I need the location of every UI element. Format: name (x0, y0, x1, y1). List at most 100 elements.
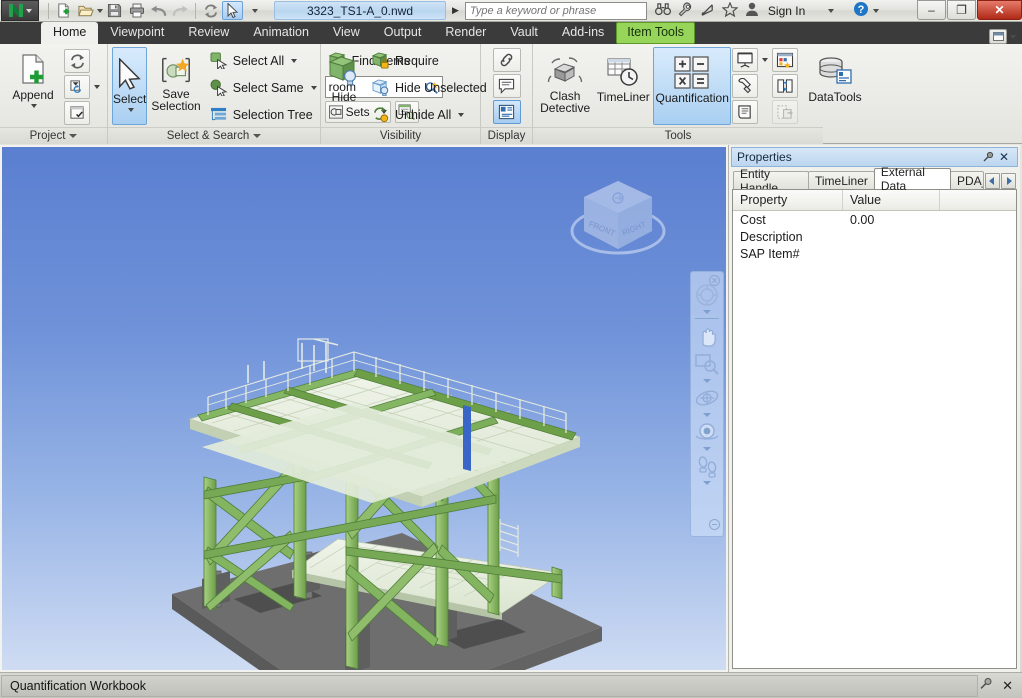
select-tool-button[interactable] (222, 1, 243, 20)
redo-button[interactable] (170, 1, 191, 20)
undo-button[interactable] (148, 1, 169, 20)
minimize-button[interactable]: – (917, 0, 946, 20)
links-button[interactable] (492, 48, 521, 72)
tab-timeliner[interactable]: TimeLiner (807, 171, 875, 189)
scripter-button[interactable] (732, 74, 758, 98)
help-caret-icon[interactable] (873, 8, 880, 13)
batch-utility-button[interactable] (772, 74, 798, 98)
caret-down-icon[interactable] (291, 58, 298, 63)
panel-title-project[interactable]: Project (0, 127, 107, 144)
new-button[interactable] (53, 1, 74, 20)
panel-title-display[interactable]: Display (481, 127, 532, 144)
selection-tree-button[interactable]: Selection Tree (205, 102, 322, 127)
refresh-button[interactable] (64, 49, 90, 73)
tab-output[interactable]: Output (372, 22, 434, 44)
compare-button[interactable] (772, 100, 798, 124)
quantification-button[interactable]: Quantification (653, 47, 731, 125)
tab-view[interactable]: View (321, 22, 372, 44)
select-same-button[interactable]: Select Same (205, 75, 322, 100)
render-scroll-button[interactable] (732, 100, 758, 124)
appearance-profiler-button[interactable] (772, 48, 798, 72)
save-button[interactable] (104, 1, 125, 20)
print-button[interactable] (126, 1, 147, 20)
append-button[interactable]: Append (4, 47, 62, 125)
refresh-button[interactable] (200, 1, 221, 20)
tab-pda[interactable]: PDA_ (950, 171, 984, 189)
binoculars-icon[interactable] (654, 2, 671, 19)
sign-in-button[interactable]: Sign In (768, 4, 805, 18)
caret-down-icon[interactable] (94, 85, 100, 89)
walk-caret-icon[interactable] (703, 481, 711, 485)
hide-button[interactable]: Hide (325, 47, 363, 125)
table-row[interactable]: Description (733, 228, 1016, 245)
file-options-button[interactable] (64, 101, 90, 125)
scroll-right-icon[interactable] (1001, 173, 1016, 189)
table-row[interactable]: Cost 0.00 (733, 211, 1016, 228)
pin-icon[interactable] (979, 677, 993, 694)
tab-addins[interactable]: Add-ins (550, 22, 616, 44)
open-dropdown[interactable] (97, 8, 103, 13)
title-overflow-arrow[interactable]: ▶ (452, 5, 459, 16)
star-icon[interactable] (721, 0, 739, 20)
column-header-value[interactable]: Value (843, 190, 940, 210)
close-circle-icon[interactable] (709, 275, 720, 289)
caret-down-icon[interactable] (310, 85, 317, 90)
tab-viewpoint[interactable]: Viewpoint (98, 22, 176, 44)
pan-button[interactable] (692, 323, 722, 349)
infocenter-search-box[interactable] (464, 1, 647, 20)
external-data-grid[interactable]: Property Value Cost 0.00 Description SAP… (732, 189, 1017, 669)
orbit-button[interactable] (692, 385, 722, 411)
help-question-icon[interactable]: ? (853, 1, 869, 20)
quick-properties-button[interactable] (492, 74, 521, 98)
tab-item-tools[interactable]: Item Tools (616, 22, 696, 44)
hide-unselected-button[interactable]: Hide Unselected (367, 75, 492, 100)
tab-entity-handle[interactable]: Entity Handle (733, 167, 809, 195)
look-around-button[interactable] (692, 419, 722, 445)
require-button[interactable]: Require (367, 48, 492, 73)
open-button[interactable] (75, 1, 96, 20)
column-header-property[interactable]: Property (733, 190, 843, 210)
steering-wheels-caret-icon[interactable] (703, 310, 711, 314)
walk-button[interactable] (692, 453, 722, 479)
caret-down-icon[interactable] (127, 108, 134, 112)
table-row[interactable]: SAP Item# (733, 245, 1016, 262)
clash-detective-button[interactable]: Clash Detective (537, 47, 593, 125)
save-selection-button[interactable]: Save Selection (150, 47, 201, 125)
tab-review[interactable]: Review (176, 22, 241, 44)
panel-title-visibility[interactable]: Visibility (321, 127, 480, 144)
ribbon-minimize-caret-icon[interactable] (1010, 34, 1016, 39)
wrench-icon[interactable] (678, 1, 693, 20)
qat-dropdown[interactable] (244, 1, 265, 20)
3d-model-viewport[interactable]: FRONT RIGHT (0, 145, 728, 672)
panel-title-tools[interactable]: Tools (533, 127, 823, 144)
scroll-left-icon[interactable] (985, 173, 1000, 189)
select-all-button[interactable]: Select All (205, 48, 322, 73)
caret-down-icon[interactable] (458, 112, 465, 117)
properties-button[interactable] (492, 100, 521, 124)
sign-in-caret-icon[interactable] (828, 8, 835, 13)
unhide-all-button[interactable]: Unhide All (367, 102, 492, 127)
quantification-workbook-bar[interactable]: Quantification Workbook (1, 674, 979, 697)
reset-all-button[interactable] (64, 75, 90, 99)
tab-home[interactable]: Home (41, 22, 99, 44)
tab-animation[interactable]: Animation (241, 22, 321, 44)
ribbon-collapse-icon[interactable] (989, 29, 1007, 44)
tab-external-data[interactable]: External Data (873, 165, 951, 193)
animator-button[interactable] (732, 48, 758, 72)
close-icon[interactable]: ✕ (1002, 678, 1013, 694)
tab-render[interactable]: Render (433, 22, 498, 44)
caret-down-icon[interactable] (762, 58, 768, 62)
search-input[interactable] (469, 4, 642, 17)
caret-down-icon[interactable] (31, 104, 37, 108)
panel-title-select-search[interactable]: Select & Search (108, 127, 320, 144)
select-button[interactable]: Select (112, 47, 148, 125)
satellite-dish-icon[interactable] (700, 2, 715, 20)
close-button[interactable]: ✕ (977, 0, 1022, 20)
application-menu-button[interactable] (1, 0, 39, 21)
timeliner-button[interactable]: TimeLiner (594, 47, 652, 125)
zoom-caret-icon[interactable] (703, 379, 711, 383)
pin-icon[interactable] (980, 149, 996, 165)
tab-vault[interactable]: Vault (498, 22, 550, 44)
maximize-button[interactable]: ❐ (947, 0, 976, 20)
close-icon[interactable]: ✕ (996, 149, 1012, 165)
